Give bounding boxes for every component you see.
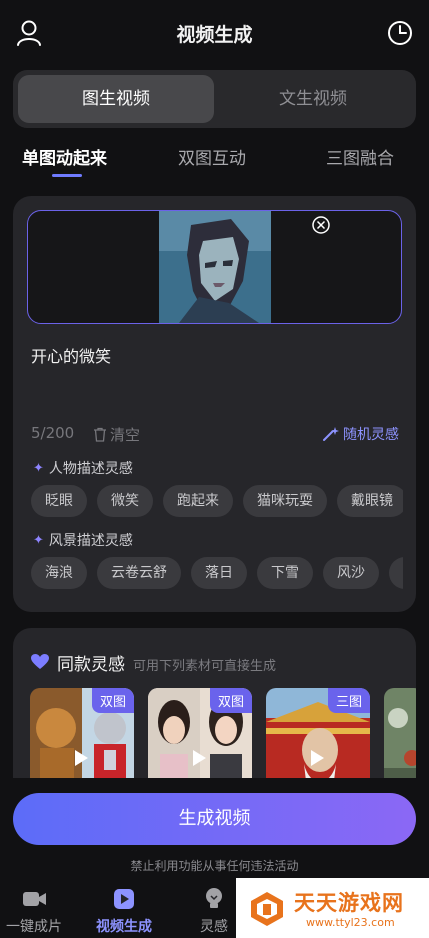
chip-sandstorm[interactable]: 风沙 bbox=[323, 557, 379, 589]
character-counter: 5/200 bbox=[31, 424, 75, 442]
watermark-logo-icon bbox=[251, 892, 283, 926]
page-title: 视频生成 bbox=[176, 24, 253, 46]
clock-icon[interactable] bbox=[383, 16, 417, 50]
nav-item-inspiration[interactable]: 灵感 bbox=[200, 886, 228, 936]
person-inspiration-heading: ✦ 人物描述灵感 bbox=[33, 458, 133, 478]
play-square-icon bbox=[114, 889, 134, 909]
mode-segmented-control: 图生视频 文生视频 bbox=[13, 70, 416, 128]
top-bar: 视频生成 bbox=[0, 0, 429, 66]
chip-sunset[interactable]: 落日 bbox=[191, 557, 247, 589]
magic-wand-icon bbox=[323, 427, 339, 441]
person-inspiration-title: 人物描述灵感 bbox=[48, 461, 133, 477]
prompt-input[interactable]: 开心的微笑 bbox=[31, 343, 111, 367]
nav-item-video-generate[interactable]: 视频生成 bbox=[96, 886, 152, 936]
chip-blink[interactable]: 眨眼 bbox=[31, 485, 87, 517]
sparkle-icon: ✦ bbox=[33, 532, 44, 548]
chip-smile[interactable]: 微笑 bbox=[97, 485, 153, 517]
heart-icon bbox=[31, 654, 49, 669]
chip-waves[interactable]: 海浪 bbox=[31, 557, 87, 589]
active-tab-indicator bbox=[52, 174, 82, 177]
tab-text-to-video[interactable]: 文生视频 bbox=[215, 75, 411, 123]
tab-image-to-video[interactable]: 图生视频 bbox=[18, 75, 214, 123]
nav-label: 灵感 bbox=[200, 919, 228, 935]
inspiration-header: 同款灵感 可用下列素材可直接生成 bbox=[31, 650, 276, 675]
nav-label: 视频生成 bbox=[96, 919, 152, 935]
watermark: 天天游戏网 www.ttyl23.com bbox=[236, 878, 429, 938]
tab-triple-image[interactable]: 三图融合 bbox=[326, 144, 394, 169]
uploaded-image-thumbnail bbox=[159, 211, 271, 323]
play-icon bbox=[75, 750, 88, 766]
chip-run[interactable]: 跑起来 bbox=[163, 485, 233, 517]
legal-notice: 禁止利用功能从事任何违法活动 bbox=[130, 859, 299, 873]
scene-inspiration-title: 风景描述灵感 bbox=[48, 533, 133, 549]
play-icon bbox=[311, 750, 324, 766]
nav-item-one-click[interactable]: 一键成片 bbox=[6, 886, 62, 936]
chip-cat-play[interactable]: 猫咪玩耍 bbox=[243, 485, 327, 517]
video-camera-icon bbox=[23, 892, 46, 906]
tab-single-image[interactable]: 单图动起来 bbox=[22, 144, 107, 169]
chip-clouds[interactable]: 云卷云舒 bbox=[97, 557, 181, 589]
chip-snow[interactable]: 下雪 bbox=[257, 557, 313, 589]
sub-tabs: 单图动起来 双图互动 三图融合 bbox=[0, 140, 429, 180]
lightbulb-icon bbox=[206, 888, 222, 908]
chip-rain[interactable]: 雨 bbox=[389, 557, 403, 589]
watermark-url: www.ttyl23.com bbox=[306, 916, 395, 929]
random-inspiration-button[interactable]: 随机灵感 bbox=[322, 424, 399, 444]
tile-badge: 三图 bbox=[327, 688, 370, 713]
remove-image-icon[interactable] bbox=[311, 215, 331, 235]
inspiration-subtitle: 可用下列素材可直接生成 bbox=[133, 659, 277, 674]
tile-badge: 双图 bbox=[209, 688, 252, 713]
trash-icon bbox=[94, 427, 106, 442]
nav-label: 一键成片 bbox=[6, 919, 62, 935]
tab-double-image[interactable]: 双图互动 bbox=[178, 144, 246, 169]
inspiration-title: 同款灵感 bbox=[57, 655, 125, 675]
play-icon bbox=[193, 750, 206, 766]
editor-card: 开心的微笑 5/200 清空 随机灵感 ✦ 人物描述灵感 眨眼 微笑 跑起来 猫… bbox=[13, 196, 416, 612]
watermark-name: 天天游戏网 bbox=[294, 891, 404, 915]
random-inspiration-label: 随机灵感 bbox=[343, 427, 399, 443]
tile-badge: 双图 bbox=[91, 688, 134, 713]
clear-label: 清空 bbox=[110, 426, 141, 444]
sparkle-icon: ✦ bbox=[33, 460, 44, 476]
scene-chip-list: 海浪 云卷云舒 落日 下雪 风沙 雨 bbox=[31, 557, 403, 589]
uploaded-image-box[interactable] bbox=[27, 210, 402, 324]
person-chip-list: 眨眼 微笑 跑起来 猫咪玩耍 戴眼镜 bbox=[31, 485, 403, 517]
generate-video-button[interactable]: 生成视频 bbox=[13, 793, 416, 845]
scene-inspiration-heading: ✦ 风景描述灵感 bbox=[33, 530, 133, 550]
clear-button[interactable]: 清空 bbox=[93, 424, 140, 445]
chip-glasses[interactable]: 戴眼镜 bbox=[337, 485, 403, 517]
